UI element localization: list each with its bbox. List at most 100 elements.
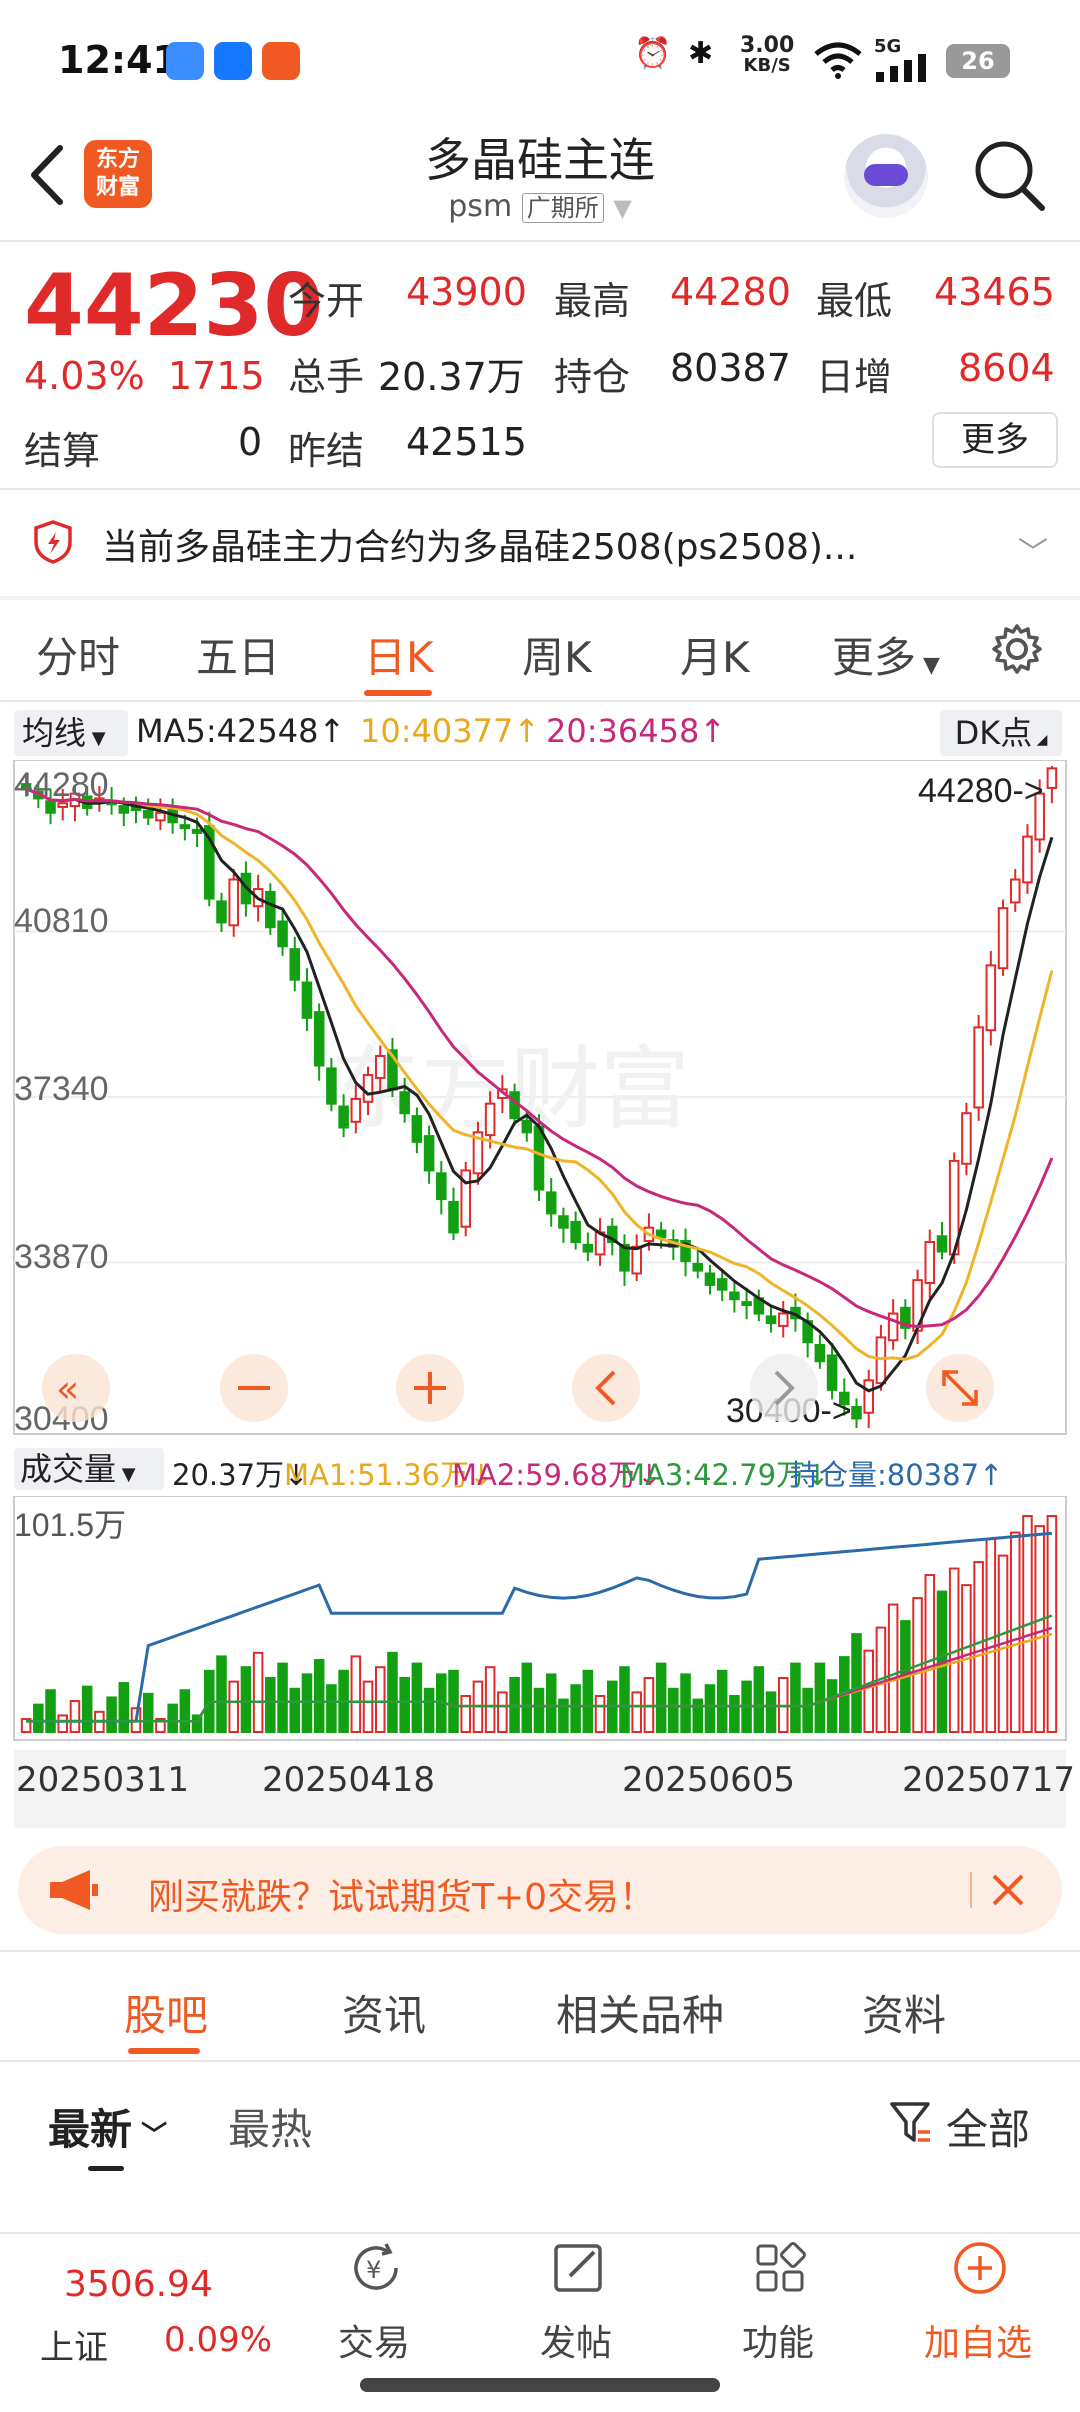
sort-row: 最新 ﹀ 最热 全部 — [0, 2070, 1080, 2171]
nav-add-watchlist[interactable]: 加自选 — [878, 2236, 1078, 2386]
volume-bar — [594, 1695, 606, 1733]
filter-all[interactable]: 全部 — [946, 2096, 1030, 2157]
status-time: 12:41 — [58, 38, 179, 82]
net-speed-unit: KB/S — [743, 55, 791, 76]
volume-chart[interactable]: 101.5万 — [0, 1496, 1080, 1750]
open-value: 43900 — [406, 270, 527, 314]
date-label-1: 20250311 — [16, 1760, 190, 1800]
volume-indicator-label: 成交量 — [20, 1450, 117, 1488]
nav-functions-label: 功能 — [741, 2323, 814, 2364]
promo-banner[interactable]: 刚买就跌？试试期货T+0交易！ — [18, 1846, 1062, 1934]
zoom-in-button[interactable] — [396, 1354, 464, 1422]
volume-bar — [521, 1662, 533, 1734]
content-tabs: 股吧 资讯 相关品种 资料 — [0, 1950, 1080, 2060]
tab-monthly-k[interactable]: 月K — [680, 624, 750, 685]
app-notification-icon-1 — [166, 42, 204, 80]
volume-bar — [973, 1561, 984, 1733]
sort-latest[interactable]: 最新 ﹀ — [48, 2096, 167, 2157]
volume-bar — [985, 1538, 997, 1734]
tab-news[interactable]: 资讯 — [342, 1982, 426, 2043]
kline-chart[interactable]: 东方财富 44280 40810 37340 33870 30400 44280… — [0, 760, 1080, 1440]
volume-bar — [326, 1684, 337, 1733]
dropdown-caret-icon[interactable]: ▼ — [613, 194, 631, 222]
volume-bar — [765, 1691, 777, 1733]
high-value: 44280 — [670, 270, 791, 314]
more-quote-button[interactable]: 更多 — [932, 412, 1058, 468]
sort-hot[interactable]: 最热 — [228, 2096, 312, 2157]
volume-bar — [448, 1669, 459, 1734]
tab-weekly-k[interactable]: 周K — [522, 624, 592, 685]
promo-text: 刚买就跌？试试期货T+0交易！ — [148, 1877, 656, 1918]
volume-bar — [704, 1684, 716, 1733]
volume-bar — [680, 1673, 691, 1733]
vol-open-interest: 持仓量:80387↑ — [790, 1458, 1004, 1492]
tab-more-label: 更多 — [832, 633, 917, 682]
volume-bar — [1034, 1525, 1045, 1733]
chevron-down-icon[interactable]: ﹀ — [1018, 528, 1048, 572]
tab-daily-k[interactable]: 日K — [364, 624, 434, 685]
chevron-down-icon: ﹀ — [132, 2121, 168, 2151]
date-label-3: 20250605 — [622, 1760, 796, 1800]
caret-down-icon: ▼ — [916, 653, 940, 678]
volume-bar — [533, 1687, 545, 1734]
close-icon[interactable] — [982, 1864, 1034, 1916]
tab-related[interactable]: 相关品种 — [556, 1982, 724, 2043]
y-label-1: 44280 — [14, 766, 109, 804]
max-price-tag: 44280-> — [918, 772, 1044, 810]
volume-bar — [69, 1700, 81, 1733]
settle-label: 结算 — [24, 429, 101, 473]
scroll-right-button[interactable] — [750, 1354, 818, 1422]
header-divider — [0, 240, 1080, 242]
prev-settle-label: 昨结 — [288, 429, 365, 473]
contract-code: psm — [448, 189, 513, 224]
volume-label: 总手 — [288, 355, 365, 399]
volume-bar — [692, 1698, 704, 1734]
open-label: 今开 — [288, 279, 365, 323]
candle — [460, 1161, 472, 1237]
last-price: 44230 — [24, 256, 324, 356]
filter-icon[interactable] — [888, 2098, 932, 2146]
content-tab-underline — [128, 2048, 200, 2054]
nav-index-quote[interactable]: 3506.94 上证 0.09% — [40, 2254, 280, 2374]
gear-icon[interactable] — [990, 622, 1044, 676]
main-contract-notice[interactable]: 当前多晶硅主力合约为多晶硅2508(ps2508)... ﹀ — [0, 488, 1080, 592]
nav-trade[interactable]: ¥ 交易 — [274, 2236, 474, 2386]
volume-bar — [484, 1666, 496, 1733]
net-speed-value: 3.00 — [740, 33, 795, 58]
volume-bar — [167, 1703, 178, 1733]
fullscreen-button[interactable] — [926, 1354, 994, 1422]
tab-five-day[interactable]: 五日 — [196, 624, 280, 685]
volume-bar — [814, 1662, 826, 1734]
promo-divider — [970, 1872, 972, 1908]
scroll-left-fast-button[interactable]: « — [42, 1354, 110, 1422]
svg-text:«: « — [56, 1367, 79, 1411]
indicator-select[interactable]: 均线 ▼ — [14, 710, 128, 756]
volume-bar — [179, 1689, 191, 1734]
volume-bar — [826, 1679, 838, 1734]
dk-point-button[interactable]: DK点 ◢ — [940, 710, 1062, 756]
nav-functions[interactable]: 功能 — [678, 2236, 878, 2386]
low-label: 最低 — [816, 279, 893, 323]
tab-guba[interactable]: 股吧 — [124, 1982, 208, 2043]
volume-indicator-select[interactable]: 成交量 ▼ — [14, 1448, 164, 1490]
sort-underline — [88, 2166, 124, 2171]
volume-bar — [216, 1655, 227, 1733]
ma5-value: MA5:42548↑ — [136, 712, 346, 750]
trade-yen-icon: ¥ — [354, 2243, 398, 2290]
volume-bar — [350, 1655, 362, 1733]
tab-more[interactable]: 更多 ▼ — [832, 624, 940, 685]
volume-bar — [863, 1649, 874, 1733]
volume-bar — [106, 1696, 117, 1734]
tab-info[interactable]: 资料 — [862, 1982, 946, 2043]
assistant-robot-icon[interactable] — [844, 134, 928, 218]
nav-post[interactable]: 发帖 — [476, 2236, 676, 2386]
volume-bar — [33, 1703, 44, 1733]
zoom-out-button[interactable] — [220, 1354, 288, 1422]
scroll-left-button[interactable] — [572, 1354, 640, 1422]
caret-down-icon: ▼ — [86, 728, 106, 749]
tab-intraday[interactable]: 分时 — [36, 624, 120, 685]
prev-settle-value: 42515 — [406, 420, 527, 464]
volume-bar — [411, 1662, 423, 1734]
search-icon[interactable] — [970, 136, 1050, 216]
volume-bar — [1009, 1531, 1021, 1734]
